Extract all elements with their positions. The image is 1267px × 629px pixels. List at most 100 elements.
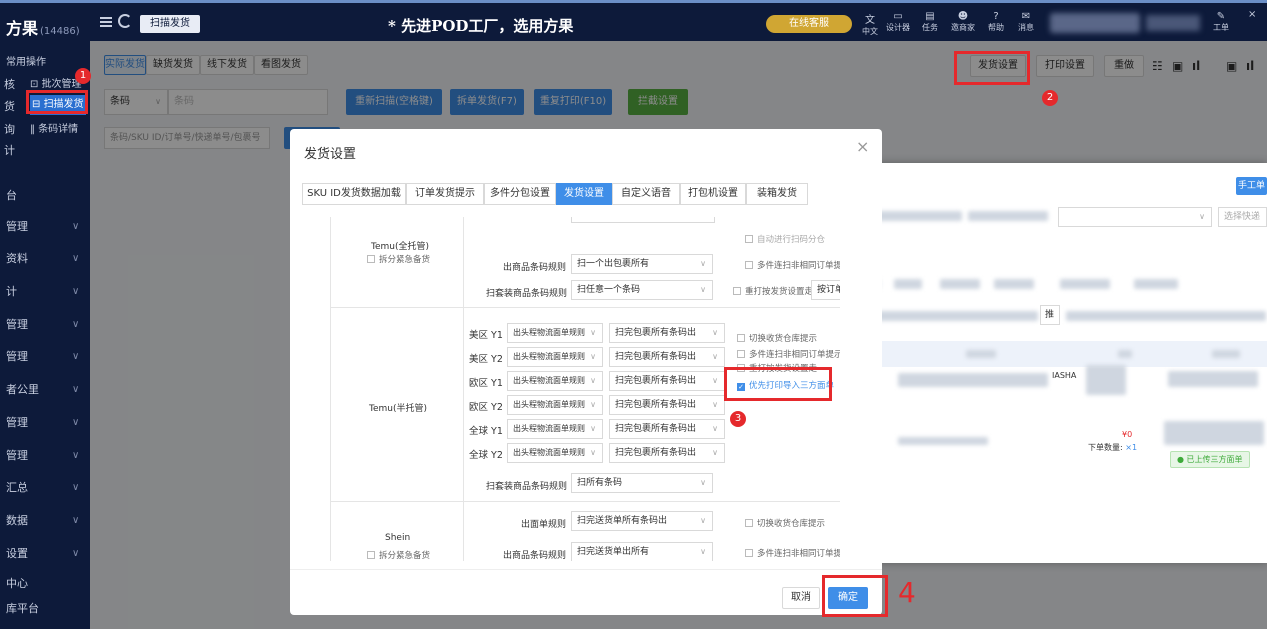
sidebar-item-center[interactable]: 中心 xyxy=(6,574,28,594)
sidebar-item-barcode[interactable]: ‖ 条码详情 xyxy=(30,120,78,140)
sidebar-item-batch[interactable]: ⊡ 批次管理 xyxy=(30,75,82,95)
price-value: ¥0 xyxy=(1122,430,1133,439)
confirm-button[interactable]: 确定 xyxy=(828,587,868,609)
blurred-row xyxy=(1168,371,1258,387)
chevron-down-icon: ∨ xyxy=(700,478,706,487)
sidebar-item-manage5[interactable]: 管理 ∨ xyxy=(6,446,79,466)
global-y1-label: 全球 Y1 xyxy=(469,426,503,437)
global-y1-left-select[interactable]: 出头程物流面单规则 ∨ xyxy=(507,419,603,439)
cancel-button[interactable]: 取消 xyxy=(782,587,820,609)
tab-ship-settings[interactable]: 发货设置 xyxy=(556,183,612,205)
us-y2-right-select[interactable]: 扫完包裹所有条码出 ∨ xyxy=(609,347,725,367)
sidebar-item-stats[interactable]: 数据 ∨ xyxy=(6,511,79,531)
user-info[interactable] xyxy=(1146,15,1200,31)
semi-set-select[interactable]: 扫所有条码 ∨ xyxy=(571,473,713,493)
close-window-icon[interactable]: × xyxy=(1248,9,1256,20)
promo-badge[interactable]: 在线客服 xyxy=(766,15,852,33)
temu-full-row1-label: 出商品条码规则 xyxy=(503,263,567,273)
sidebar-item-ship[interactable]: 货 xyxy=(4,97,15,117)
app-logo: 方果 (14486) xyxy=(6,15,80,39)
global-y2-right-select[interactable]: 扫完包裹所有条码出 ∨ xyxy=(609,443,725,463)
tab-order-tips[interactable]: 订单发货提示 xyxy=(406,183,484,205)
footer-divider xyxy=(290,569,882,570)
tab-packer[interactable]: 打包机设置 xyxy=(680,183,746,205)
designer-icon[interactable]: ▭ 设计器 xyxy=(884,11,912,33)
us-y1-left-select[interactable]: 出头程物流面单规则 ∨ xyxy=(507,323,603,343)
us-y1-right-select[interactable]: 扫完包裹所有条码出 ∨ xyxy=(609,323,725,343)
page-tab[interactable]: 扫描发货 xyxy=(140,15,200,33)
chevron-down-icon: ∨ xyxy=(700,259,706,268)
cut-off-select[interactable] xyxy=(571,217,715,223)
blurred-header xyxy=(1212,350,1240,358)
filter-select[interactable]: ∨ xyxy=(1058,207,1212,227)
embedded-screenshot: 手工单 ∨ 选择快递 推 IASHA ¥0 下单数量: ×1 ● 已上传三方面单 xyxy=(838,163,1267,563)
invite-icon[interactable]: ☻ 邀商家 xyxy=(948,11,978,33)
temu-full-label: Temu(全托管) xyxy=(371,242,429,252)
barcode-icon: ‖ xyxy=(30,124,39,135)
global-y1-right-select[interactable]: 扫完包裹所有条码出 ∨ xyxy=(609,419,725,439)
sidebar-item-summary[interactable]: 汇总 ∨ xyxy=(6,478,79,498)
reprint-setting-checkbox[interactable]: 重打按发货设置走 xyxy=(733,285,813,297)
semi-multi-scan-checkbox[interactable]: 多件连扫非相同订单提示 xyxy=(737,348,840,360)
sidebar-item-settings[interactable]: 设置 ∨ xyxy=(6,544,79,564)
blurred-tab xyxy=(894,279,922,289)
tab-custom-voice[interactable]: 自定义语音 xyxy=(612,183,680,205)
sidebar-item-query[interactable]: 询 xyxy=(4,120,15,140)
menu-icon[interactable] xyxy=(100,17,112,27)
eu-y2-left-select[interactable]: 出头程物流面单规则 ∨ xyxy=(507,395,603,415)
eu-y1-right-select[interactable]: 扫完包裹所有条码出 ∨ xyxy=(609,371,725,391)
us-y2-left-select[interactable]: 出头程物流面单规则 ∨ xyxy=(507,347,603,367)
chevron-down-icon: ∨ xyxy=(590,328,596,337)
sidebar-item-manage2[interactable]: 管理 ∨ xyxy=(6,315,79,335)
close-icon[interactable]: × xyxy=(856,137,869,156)
shein-multi-scan-checkbox[interactable]: 多件连扫非相同订单提示 xyxy=(745,547,840,559)
eu-y1-left-select[interactable]: 出头程物流面单规则 ∨ xyxy=(507,371,603,391)
temu-full-row1-select[interactable]: 扫一个出包裹所有 ∨ xyxy=(571,254,713,274)
tab-boxing[interactable]: 装箱发货 xyxy=(746,183,808,205)
user-avatar[interactable] xyxy=(1050,13,1140,33)
sidebar-item-platform2[interactable]: 库平台 xyxy=(6,599,39,619)
chevron-down-icon: ∨ xyxy=(700,285,706,294)
sidebar-item-scan[interactable]: ⊟ 扫描发货 xyxy=(30,95,86,115)
manual-order-button[interactable]: 手工单 xyxy=(1236,177,1267,195)
sidebar-item-stat2[interactable]: 计 ∨ xyxy=(6,282,79,302)
ship-settings-modal: 发货设置 × SKU ID发货数据加载 订单发货提示 多件分包设置 发货设置 自… xyxy=(290,129,882,615)
shein-urgent-checkbox[interactable]: 拆分紧急备货 xyxy=(367,549,430,561)
priority-third-party-checkbox[interactable]: ✓ 优先打印导入三方面单 xyxy=(737,379,835,391)
reprint-order-select[interactable]: 按订单 xyxy=(811,280,840,300)
temu-full-urgent-checkbox[interactable]: 拆分紧急备货 xyxy=(367,253,430,265)
express-select[interactable]: 选择快递 xyxy=(1218,207,1267,227)
global-y2-left-select[interactable]: 出头程物流面单规则 ∨ xyxy=(507,443,603,463)
workorder-icon[interactable]: ✎ 工单 xyxy=(1208,11,1234,33)
sidebar-item-platform[interactable]: 台 xyxy=(6,186,17,206)
sidebar-item-manage4[interactable]: 管理 ∨ xyxy=(6,413,79,433)
shein-warehouse-checkbox[interactable]: 切换收货仓库提示 xyxy=(745,517,825,529)
push-button[interactable]: 推 xyxy=(1040,305,1060,325)
sidebar-item-manage1[interactable]: 管理 ∨ xyxy=(6,217,79,237)
sidebar-item-office[interactable]: 者公里 ∨ xyxy=(6,380,79,400)
slogan: * 先进POD工厂，选用方果 xyxy=(388,17,574,35)
eu-y2-right-select[interactable]: 扫完包裹所有条码出 ∨ xyxy=(609,395,725,415)
task-icon[interactable]: ▤ 任务 xyxy=(918,11,942,33)
shein-row2-select[interactable]: 扫完送货单出所有 ∨ xyxy=(571,542,713,561)
sidebar-item-stat[interactable]: 计 xyxy=(4,141,15,161)
sidebar-item-data[interactable]: 资料 ∨ xyxy=(6,249,79,269)
sidebar-item-check[interactable]: 核 xyxy=(4,75,15,95)
refresh-icon[interactable] xyxy=(118,14,132,28)
semi-reprint-checkbox[interactable]: 重打按发货设置走 xyxy=(737,362,817,374)
tab-sku-load[interactable]: SKU ID发货数据加载 xyxy=(302,183,406,205)
shein-row1-select[interactable]: 扫完送货单所有条码出 ∨ xyxy=(571,511,713,531)
help-icon[interactable]: ? 帮助 xyxy=(984,11,1008,33)
blurred-header xyxy=(1118,350,1132,358)
multi-scan-checkbox[interactable]: 多件连扫非相同订单提示 xyxy=(745,259,840,271)
step-3-badge: 3 xyxy=(730,411,746,427)
tab-multi-package[interactable]: 多件分包设置 xyxy=(484,183,556,205)
warehouse-tip-checkbox[interactable]: 切换收货仓库提示 xyxy=(737,332,817,344)
sidebar-item-manage3[interactable]: 管理 ∨ xyxy=(6,347,79,367)
temu-full-row2-label: 扫套装商品条码规则 xyxy=(486,289,568,299)
translate-icon[interactable]: 文中文 xyxy=(858,11,882,37)
message-icon[interactable]: ✉ 消息 xyxy=(1014,11,1038,33)
auto-split-checkbox[interactable]: 自动进行扫码分仓 xyxy=(745,233,825,245)
temu-full-row2-select[interactable]: 扫任意一个条码 ∨ xyxy=(571,280,713,300)
chevron-down-icon: ∨ xyxy=(590,448,596,457)
